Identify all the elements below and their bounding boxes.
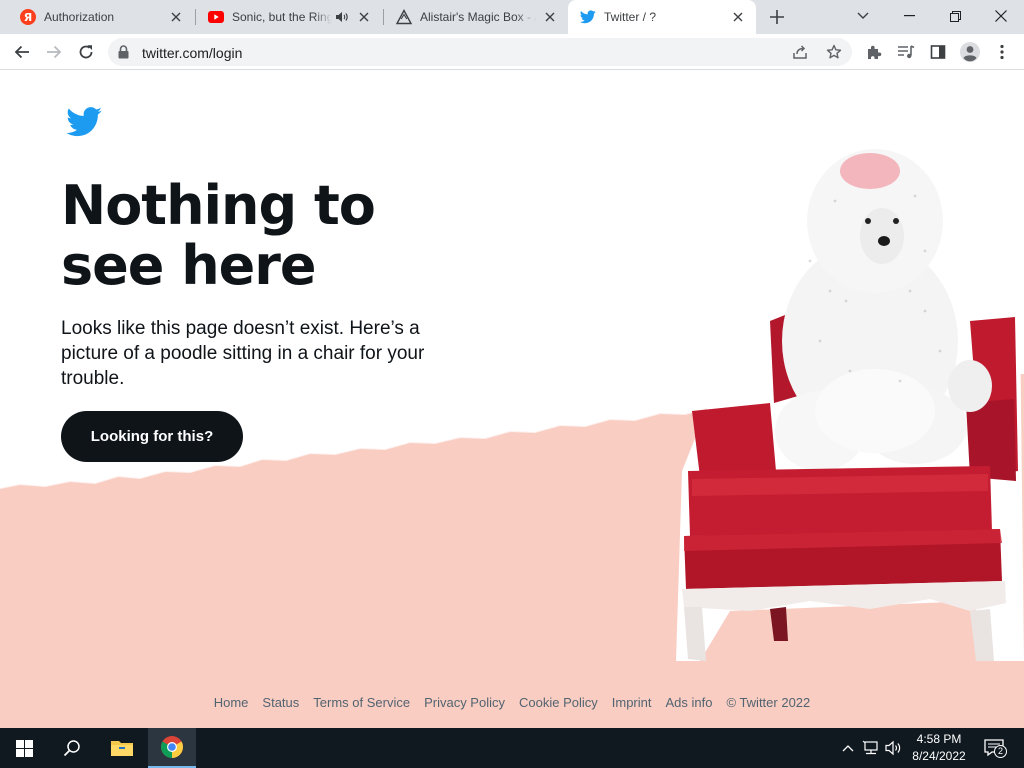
close-tab-icon[interactable] xyxy=(730,9,746,25)
clock-date: 8/24/2022 xyxy=(912,749,966,763)
footer-link-status[interactable]: Status xyxy=(262,695,299,710)
back-button[interactable] xyxy=(8,38,36,66)
footer-link-privacy[interactable]: Privacy Policy xyxy=(424,695,505,710)
address-bar[interactable]: twitter.com/login xyxy=(108,38,852,66)
bookmark-star-icon[interactable] xyxy=(824,42,844,62)
restore-button[interactable] xyxy=(932,0,978,32)
clock-time: 4:58 PM xyxy=(916,732,962,746)
headline-line-1: Nothing to xyxy=(61,174,376,237)
page-subtext: Looks like this page doesn’t exist. Here… xyxy=(61,318,425,389)
lock-icon[interactable] xyxy=(118,45,129,64)
side-panel-icon[interactable] xyxy=(926,40,950,64)
tab-youtube[interactable]: Sonic, but the Ring xyxy=(196,0,382,34)
close-window-button[interactable] xyxy=(978,0,1024,32)
youtube-icon xyxy=(208,9,224,25)
yandex-icon: Я xyxy=(20,9,36,25)
footer-copyright: © Twitter 2022 xyxy=(726,695,811,710)
svg-text:Я: Я xyxy=(24,11,32,24)
folder-icon xyxy=(111,741,133,756)
media-control-icon[interactable] xyxy=(894,40,918,64)
search-button[interactable] xyxy=(48,728,96,768)
tab-title: Alistair's Magic Box - A xyxy=(420,10,536,24)
footer-link-ads-info[interactable]: Ads info xyxy=(666,695,713,710)
minimize-button[interactable] xyxy=(886,0,932,32)
notifications-button[interactable]: 2 xyxy=(982,738,1008,758)
search-icon xyxy=(63,740,80,757)
new-tab-button[interactable] xyxy=(764,4,790,30)
tab-search-button[interactable] xyxy=(840,0,886,32)
poodle-in-chair-image xyxy=(676,141,1024,661)
tab-authorization[interactable]: Я Authorization xyxy=(8,0,194,34)
chevron-up-icon[interactable] xyxy=(838,738,858,758)
extensions-puzzle-icon[interactable] xyxy=(862,40,886,64)
tab-alistair[interactable]: Alistair's Magic Box - A xyxy=(384,0,568,34)
alistair-icon xyxy=(396,9,412,25)
chrome-menu-icon[interactable] xyxy=(990,40,1014,64)
footer-link-terms[interactable]: Terms of Service xyxy=(313,695,410,710)
footer-link-imprint[interactable]: Imprint xyxy=(612,695,652,710)
twitter-icon xyxy=(580,9,596,25)
chrome-taskbar-button[interactable] xyxy=(148,728,196,768)
chrome-icon xyxy=(161,736,183,758)
footer-link-cookie[interactable]: Cookie Policy xyxy=(519,695,598,710)
tab-title: Sonic, but the Ring xyxy=(232,10,332,24)
windows-taskbar: 4:58 PM 8/24/2022 2 xyxy=(0,728,1024,768)
close-tab-icon[interactable] xyxy=(168,9,184,25)
close-tab-icon[interactable] xyxy=(542,9,558,25)
footer-link-home[interactable]: Home xyxy=(214,695,249,710)
tab-twitter[interactable]: Twitter / ? xyxy=(568,0,756,34)
system-clock[interactable]: 4:58 PM 8/24/2022 xyxy=(900,731,978,765)
page-footer: Home Status Terms of Service Privacy Pol… xyxy=(0,695,1024,710)
forward-button[interactable] xyxy=(40,38,68,66)
audio-playing-icon[interactable] xyxy=(334,9,350,25)
tab-title: Twitter / ? xyxy=(604,10,657,24)
tab-strip: Я Authorization Sonic, but the Ring Alis… xyxy=(0,0,1024,34)
notification-count-badge: 2 xyxy=(994,745,1007,758)
tab-title: Authorization xyxy=(44,10,115,24)
twitter-bird-logo-icon[interactable] xyxy=(66,107,103,142)
file-explorer-button[interactable] xyxy=(98,728,146,768)
page-content: Nothing to see here Looks like this page… xyxy=(0,71,1024,728)
share-icon[interactable] xyxy=(790,42,810,62)
url-text[interactable]: twitter.com/login xyxy=(142,45,242,61)
windows-logo-icon xyxy=(15,739,33,757)
browser-toolbar: twitter.com/login xyxy=(0,34,1024,70)
looking-for-this-button[interactable]: Looking for this? xyxy=(61,411,243,462)
profile-avatar-icon[interactable] xyxy=(958,40,982,64)
reload-button[interactable] xyxy=(72,38,100,66)
close-tab-icon[interactable] xyxy=(356,9,372,25)
page-headline: Nothing to see here xyxy=(61,176,501,296)
network-icon[interactable] xyxy=(861,738,881,758)
headline-line-2: see here xyxy=(61,234,317,297)
start-button[interactable] xyxy=(0,728,48,768)
